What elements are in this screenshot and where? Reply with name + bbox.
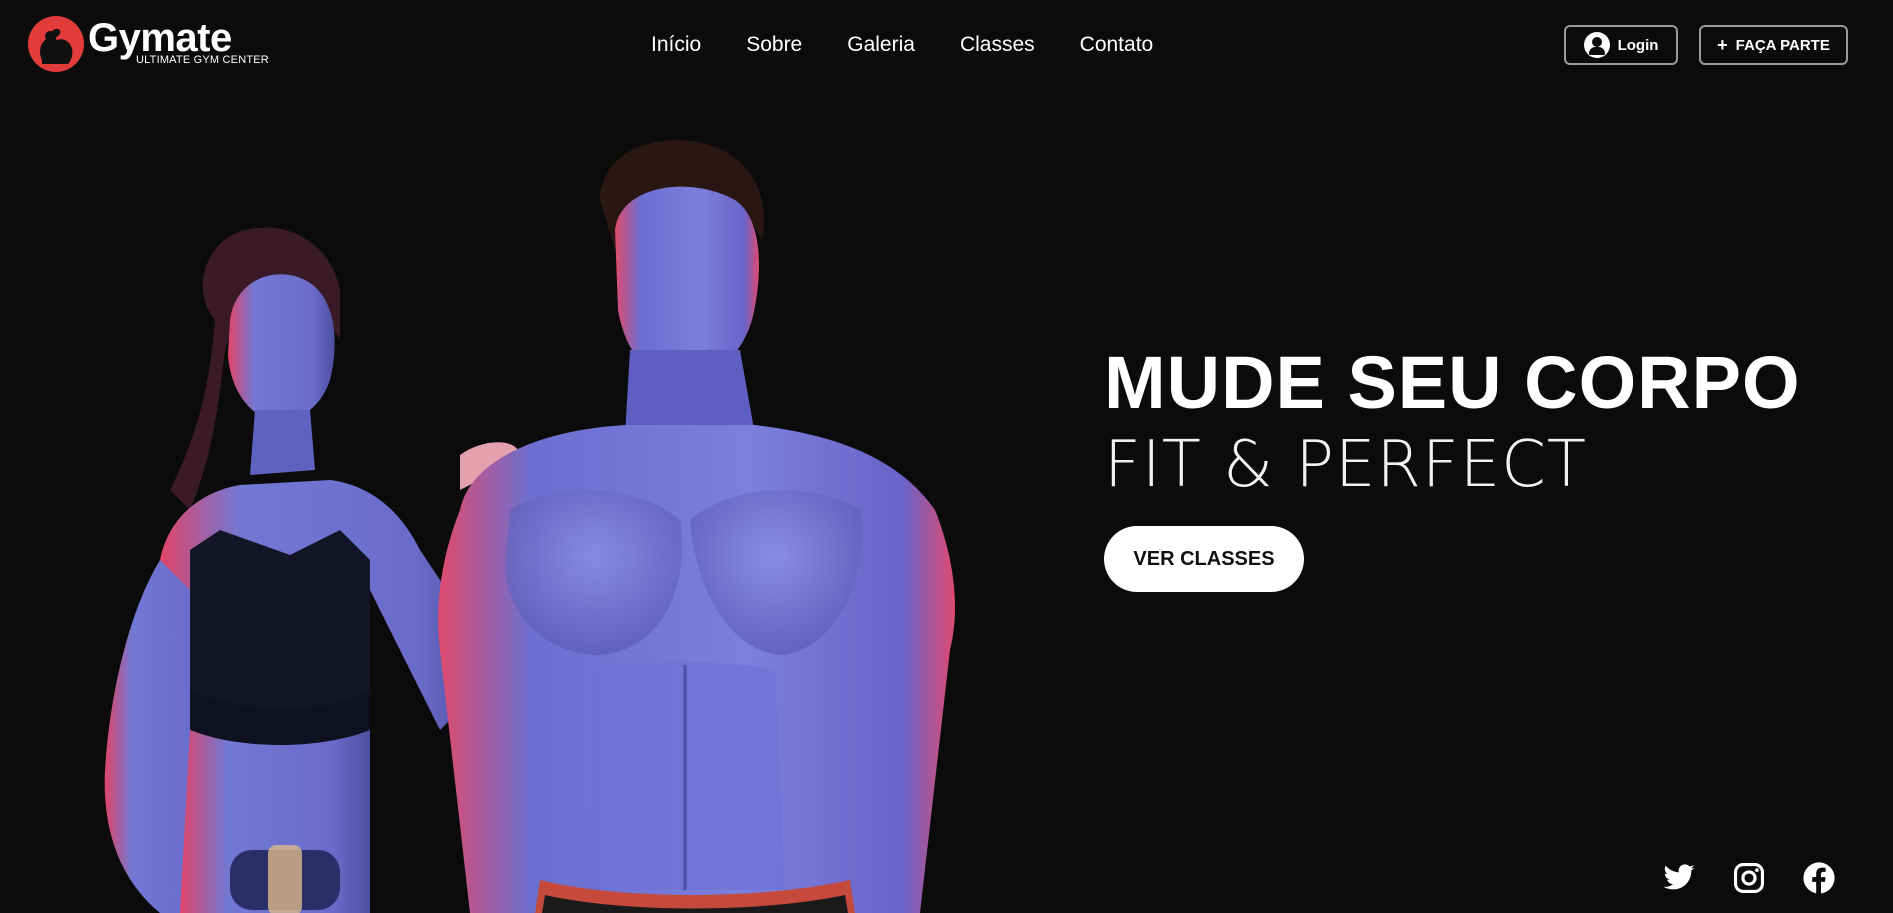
user-circle-icon <box>1583 32 1610 58</box>
nav-item-sobre[interactable]: Sobre <box>746 28 802 62</box>
twitter-icon[interactable] <box>1662 861 1696 895</box>
nav-item-classes[interactable]: Classes <box>960 28 1035 62</box>
join-button[interactable]: + FAÇA PARTE <box>1699 25 1848 65</box>
login-label: Login <box>1617 36 1659 54</box>
flexing-arm-icon <box>28 16 84 72</box>
brand-tagline: ULTIMATE GYM CENTER <box>136 54 269 66</box>
main-nav: Início Sobre Galeria Classes Contato <box>651 28 1153 62</box>
instagram-icon[interactable] <box>1732 861 1766 895</box>
plus-icon: + <box>1717 35 1728 55</box>
view-classes-button[interactable]: VER CLASSES <box>1104 526 1304 592</box>
nav-item-inicio[interactable]: Início <box>651 28 701 62</box>
nav-item-galeria[interactable]: Galeria <box>847 28 915 62</box>
facebook-icon[interactable] <box>1802 861 1836 895</box>
hero-athletes-image <box>104 140 955 913</box>
landing-page: Gymate ULTIMATE GYM CENTER Início Sobre … <box>0 0 1893 913</box>
social-links <box>1662 861 1836 895</box>
hero-subtitle: FIT & PERFECT <box>1104 428 1587 502</box>
athlete-man <box>438 140 955 913</box>
join-label: FAÇA PARTE <box>1735 36 1830 54</box>
hero-title: MUDE SEU CORPO <box>1104 341 1801 424</box>
login-button[interactable]: Login <box>1564 25 1678 65</box>
brand-logo[interactable]: Gymate ULTIMATE GYM CENTER <box>28 14 269 74</box>
site-header: Gymate ULTIMATE GYM CENTER Início Sobre … <box>0 0 1893 92</box>
nav-item-contato[interactable]: Contato <box>1080 28 1154 62</box>
hero-section: MUDE SEU CORPO FIT & PERFECT VER CLASSES <box>1104 340 1801 592</box>
